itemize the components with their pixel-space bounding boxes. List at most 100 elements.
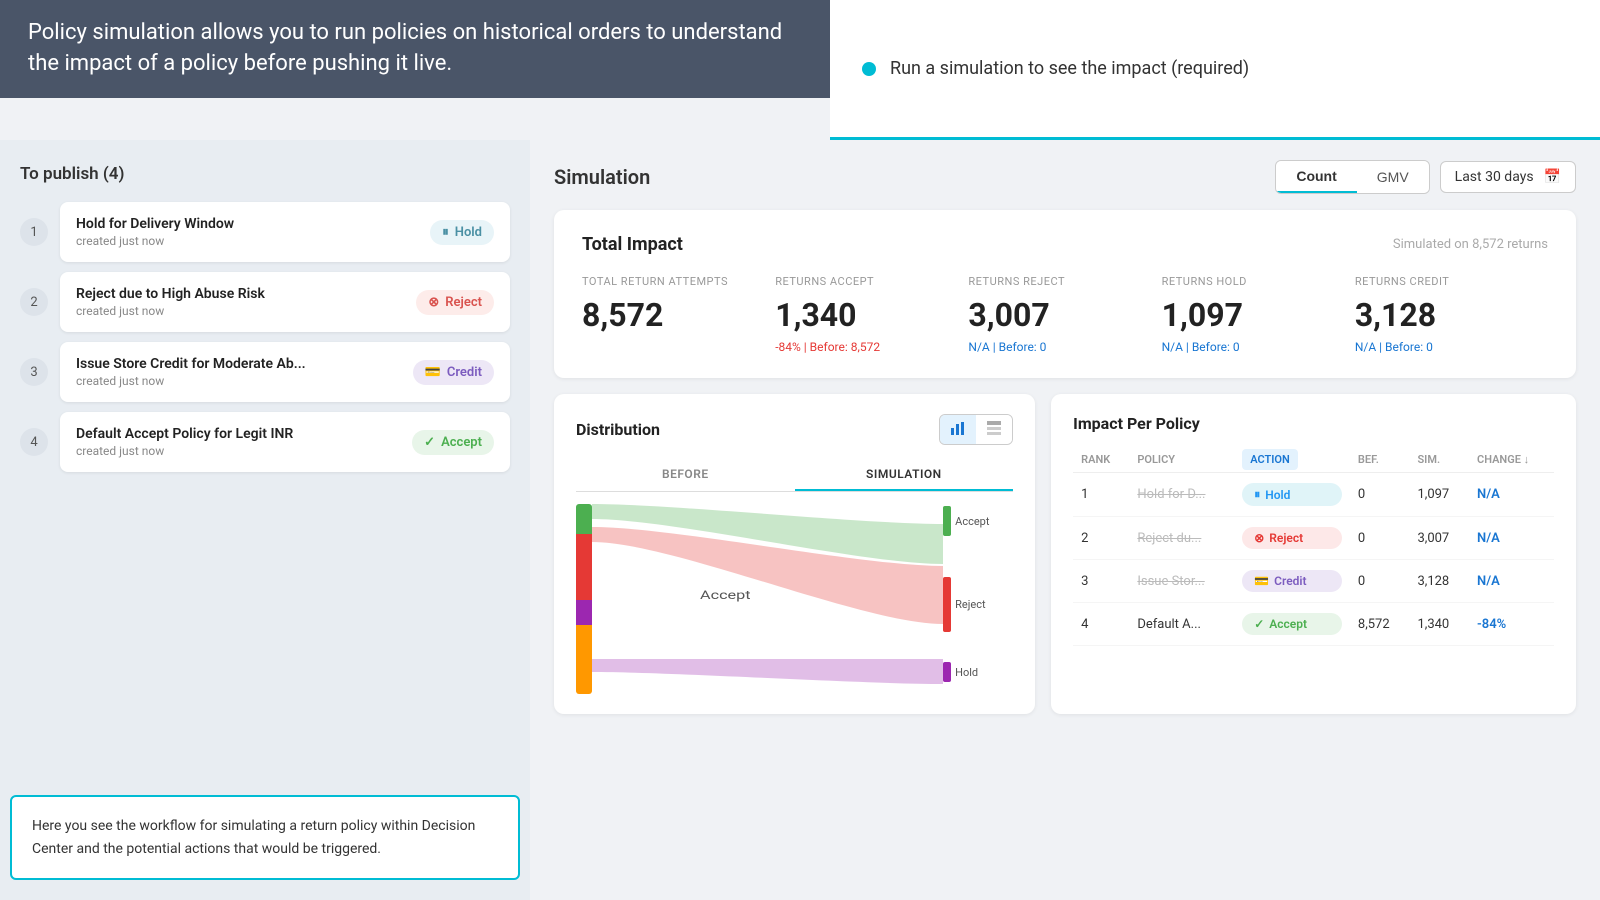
- policy-row-1: 1 Hold for Delivery Window created just …: [20, 202, 510, 262]
- policy-name-3: Issue Store Credit for Moderate Ab...: [76, 356, 306, 372]
- stat-label-3: RETURNS HOLD: [1162, 275, 1355, 288]
- policy-badge-1: ⏸ Hold: [430, 220, 494, 245]
- simulation-controls: Count GMV Last 30 days 📅: [1275, 160, 1576, 194]
- stat-total-attempts: TOTAL RETURN ATTEMPTS 8,572: [582, 275, 775, 354]
- policy-badge-3: 💳 Credit: [413, 360, 494, 385]
- policy-4: Default A...: [1129, 603, 1234, 646]
- gmv-button[interactable]: GMV: [1357, 161, 1429, 193]
- ipp-table: RANK POLICY ACTION BEF. SIM. CHANGE ↓ 1 …: [1073, 447, 1554, 646]
- table-row: 1 Hold for D... ⏸ Hold 0 1,097 N/A: [1073, 473, 1554, 517]
- distribution-tabs: BEFORE SIMULATION: [576, 459, 1013, 492]
- sankey-bar-accept: [943, 506, 951, 536]
- svg-text:Accept: Accept: [700, 589, 751, 602]
- stat-label-4: RETURNS CREDIT: [1355, 275, 1548, 288]
- policy-item-4[interactable]: Default Accept Policy for Legit INR crea…: [60, 412, 510, 472]
- chart-view-button[interactable]: [940, 415, 976, 444]
- stat-sub-3: N/A | Before: 0: [1162, 340, 1355, 354]
- change-2: N/A: [1469, 517, 1554, 560]
- stat-returns-accept: RETURNS ACCEPT 1,340 -84% | Before: 8,57…: [775, 275, 968, 354]
- main-content: To publish (4) 1 Hold for Delivery Windo…: [0, 140, 1600, 900]
- col-rank: RANK: [1073, 447, 1129, 473]
- table-row: 4 Default A... ✓ Accept 8,572 1,340 -84%: [1073, 603, 1554, 646]
- distribution-title: Distribution: [576, 420, 660, 439]
- sankey-bar-hold: [943, 662, 951, 682]
- policy-simulation-tooltip: Policy simulation allows you to run poli…: [0, 0, 830, 98]
- calendar-icon: 📅: [1544, 169, 1561, 185]
- ipp-title: Impact Per Policy: [1073, 414, 1554, 433]
- tooltip-text: Policy simulation allows you to run poli…: [28, 20, 782, 76]
- policy-row-3: 3 Issue Store Credit for Moderate Ab... …: [20, 342, 510, 402]
- accept-icon-4: ✓: [424, 435, 435, 450]
- policy-sub-2: created just now: [76, 304, 265, 318]
- stat-value-4: 3,128: [1355, 296, 1548, 334]
- badge-label-1: Hold: [455, 225, 482, 240]
- sim-4: 1,340: [1409, 603, 1469, 646]
- policy-item-2[interactable]: Reject due to High Abuse Risk created ju…: [60, 272, 510, 332]
- action-1: ⏸ Hold: [1234, 473, 1350, 517]
- count-gmv-toggle[interactable]: Count GMV: [1275, 160, 1429, 194]
- right-panel: Simulation Count GMV Last 30 days 📅 Tota…: [530, 140, 1600, 900]
- stat-returns-reject: RETURNS REJECT 3,007 N/A | Before: 0: [968, 275, 1161, 354]
- dist-tab-before[interactable]: BEFORE: [576, 459, 795, 491]
- sankey-label-hold: Hold: [943, 662, 1013, 682]
- policy-name-2: Reject due to High Abuse Risk: [76, 286, 265, 302]
- policy-item-1[interactable]: Hold for Delivery Window created just no…: [60, 202, 510, 262]
- bottom-tooltip-text: Here you see the workflow for simulating…: [32, 818, 475, 856]
- policy-name-1: Hold for Delivery Window: [76, 216, 234, 232]
- stat-label-2: RETURNS REJECT: [968, 275, 1161, 288]
- hold-icon-1: ⏸: [442, 225, 449, 240]
- sankey-right-labels: Accept Reject Hold: [943, 504, 1013, 694]
- date-range-text: Last 30 days: [1455, 169, 1534, 185]
- table-view-button[interactable]: [976, 415, 1012, 444]
- policy-1: Hold for D...: [1129, 473, 1234, 517]
- impact-stats: TOTAL RETURN ATTEMPTS 8,572 RETURNS ACCE…: [582, 275, 1548, 354]
- col-change: CHANGE ↓: [1469, 447, 1554, 473]
- badge-label-2: Reject: [445, 295, 482, 310]
- change-1: N/A: [1469, 473, 1554, 517]
- total-impact-card: Total Impact Simulated on 8,572 returns …: [554, 210, 1576, 378]
- sankey-left-credit: [576, 625, 592, 694]
- stat-label-1: RETURNS ACCEPT: [775, 275, 968, 288]
- view-toggle[interactable]: [939, 414, 1013, 445]
- count-button[interactable]: Count: [1276, 161, 1356, 193]
- badge-label-4: Accept: [441, 435, 482, 450]
- impact-title: Total Impact: [582, 234, 683, 255]
- stat-sub-1: -84% | Before: 8,572: [775, 340, 968, 354]
- sankey-left-bar: [576, 504, 592, 694]
- sankey-left-accept: [576, 504, 592, 534]
- sankey-left-reject: [576, 534, 592, 601]
- policy-sub-3: created just now: [76, 374, 306, 388]
- table-row: 2 Reject du... ⊗ Reject 0 3,007 N/A: [1073, 517, 1554, 560]
- credit-icon: 💳: [1254, 574, 1269, 588]
- accept-icon: ✓: [1254, 617, 1264, 631]
- col-bef: BEF.: [1350, 447, 1410, 473]
- rank-3: 3: [1073, 560, 1129, 603]
- policy-rank-2: 2: [20, 288, 48, 316]
- action-3: 💳 Credit: [1234, 560, 1350, 603]
- stat-label-0: TOTAL RETURN ATTEMPTS: [582, 275, 775, 288]
- simulation-header: Simulation Count GMV Last 30 days 📅: [554, 160, 1576, 194]
- right-header: Run a simulation to see the impact (requ…: [830, 0, 1600, 140]
- distribution-card: Distribution: [554, 394, 1035, 714]
- stat-value-2: 3,007: [968, 296, 1161, 334]
- policy-row-4: 4 Default Accept Policy for Legit INR cr…: [20, 412, 510, 472]
- credit-icon-3: 💳: [425, 365, 441, 380]
- reject-icon-2: ⊗: [428, 295, 439, 310]
- sankey-bar-reject: [943, 577, 951, 632]
- action-4: ✓ Accept: [1234, 603, 1350, 646]
- rank-1: 1: [1073, 473, 1129, 517]
- sankey-label-reject: Reject: [943, 577, 1013, 632]
- policy-row-2: 2 Reject due to High Abuse Risk created …: [20, 272, 510, 332]
- left-panel: To publish (4) 1 Hold for Delivery Windo…: [0, 140, 530, 900]
- to-publish-title: To publish (4): [20, 164, 510, 184]
- dist-tab-simulation[interactable]: SIMULATION: [795, 459, 1014, 491]
- sim-2: 3,007: [1409, 517, 1469, 560]
- stat-value-1: 1,340: [775, 296, 968, 334]
- table-row: 3 Issue Stor... 💳 Credit 0 3,128 N/A: [1073, 560, 1554, 603]
- policy-rank-3: 3: [20, 358, 48, 386]
- date-range-picker[interactable]: Last 30 days 📅: [1440, 161, 1576, 193]
- policy-item-3[interactable]: Issue Store Credit for Moderate Ab... cr…: [60, 342, 510, 402]
- policy-3: Issue Stor...: [1129, 560, 1234, 603]
- policy-sub-1: created just now: [76, 234, 234, 248]
- policy-name-4: Default Accept Policy for Legit INR: [76, 426, 293, 442]
